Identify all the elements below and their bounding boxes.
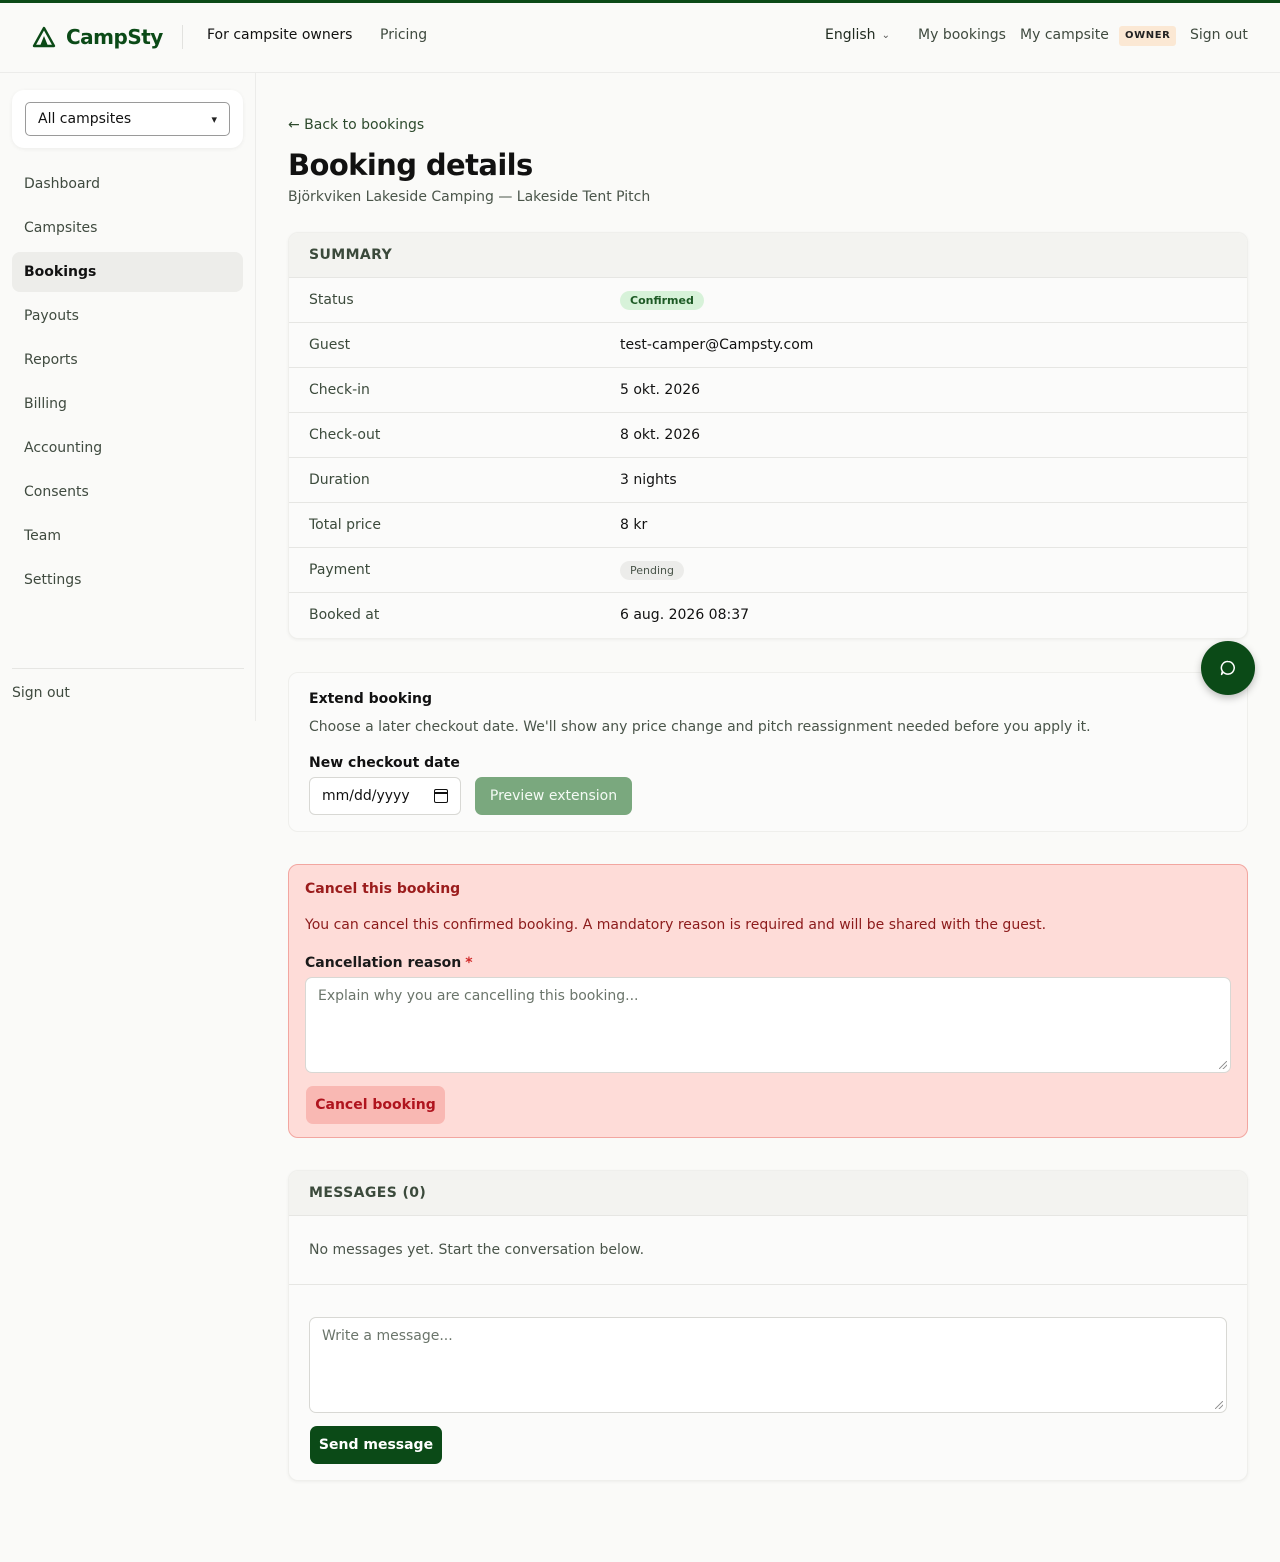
cancel-description: You can cancel this confirmed booking. A… [305,917,1047,933]
chat-button[interactable] [1201,641,1255,695]
payment-status-badge: Pending [620,561,684,580]
preview-extension-button[interactable]: Preview extension [475,777,632,815]
sidebar-item-label: Bookings [24,264,97,280]
page-subtitle: Björkviken Lakeside Camping — Lakeside T… [288,189,651,205]
cancel-title: Cancel this booking [305,881,461,897]
resize-handle-icon[interactable] [1219,1061,1227,1069]
summary-row-duration: Duration 3 nights [289,458,1247,503]
cancellation-reason-label-text: Cancellation reason [305,955,462,971]
language-label: English [825,27,876,43]
sidebar-item-label: Payouts [24,308,79,324]
campsite-select-card: All campsites ▾ [12,90,243,148]
chevron-down-icon: ▾ [211,112,217,126]
row-label: Guest [309,337,351,353]
sidebar-item-team[interactable]: Team [12,516,243,556]
row-label: Duration [309,472,370,488]
sidebar-sign-out-link[interactable]: Sign out [12,685,70,701]
summary-row-booked-at: Booked at 6 aug. 2026 08:37 [289,593,1247,638]
row-label: Payment [309,562,371,578]
sidebar-item-payouts[interactable]: Payouts [12,296,243,336]
top-header: CampSty For campsite owners Pricing Engl… [0,3,1280,73]
tent-icon [32,26,56,48]
page-title: Booking details [288,148,533,182]
chevron-down-icon: ⌄ [881,29,890,41]
role-badge: OWNER [1119,26,1177,46]
cancellation-reason-label: Cancellation reason * [305,955,473,971]
total-price-value: 8 kr [620,517,648,533]
checkout-date: 8 okt. 2026 [620,427,701,443]
date-placeholder: mm/dd/yyyy [322,788,410,804]
cancel-booking-button[interactable]: Cancel booking [306,1086,445,1124]
extend-title: Extend booking [309,691,432,707]
row-label: Total price [309,517,381,533]
nav-for-owners-link[interactable]: For campsite owners [207,27,352,43]
sidebar-item-label: Reports [24,352,78,368]
messages-card: MESSAGES (0) No messages yet. Start the … [288,1170,1248,1481]
textarea-placeholder: Write a message... [322,1328,453,1344]
summary-row-checkin: Check-in 5 okt. 2026 [289,368,1247,413]
row-label: Status [309,292,354,308]
campsite-select-value: All campsites [38,111,132,127]
summary-card: SUMMARY Status Confirmed Guest test-camp… [288,232,1248,639]
message-input[interactable]: Write a message... [309,1317,1227,1413]
summary-row-guest: Guest test-camper@Campsty.com [289,323,1247,368]
messages-empty-state: No messages yet. Start the conversation … [289,1216,1247,1285]
sidebar-item-accounting[interactable]: Accounting [12,428,243,468]
sidebar-item-label: Settings [24,572,82,588]
duration-value: 3 nights [620,472,677,488]
header-divider [182,25,183,49]
brand-logo[interactable]: CampSty [32,25,163,49]
required-marker: * [465,955,473,971]
nav-my-bookings-link[interactable]: My bookings [918,27,1006,43]
sidebar-item-label: Campsites [24,220,98,236]
summary-heading: SUMMARY [289,233,1247,278]
row-label: Booked at [309,607,380,623]
sidebar-item-campsites[interactable]: Campsites [12,208,243,248]
checkin-date: 5 okt. 2026 [620,382,701,398]
sidebar-item-label: Accounting [24,440,103,456]
textarea-placeholder: Explain why you are cancelling this book… [318,988,639,1004]
language-selector[interactable]: English ⌄ [825,27,890,43]
sidebar-item-bookings[interactable]: Bookings [12,252,243,292]
cancellation-reason-textarea[interactable]: Explain why you are cancelling this book… [305,977,1231,1073]
row-label: Check-in [309,382,370,398]
summary-row-total-price: Total price 8 kr [289,503,1247,548]
new-checkout-label: New checkout date [309,755,460,771]
sidebar-item-settings[interactable]: Settings [12,560,243,600]
sidebar-item-reports[interactable]: Reports [12,340,243,380]
extend-description: Choose a later checkout date. We'll show… [309,719,1091,735]
nav-pricing-link[interactable]: Pricing [380,27,427,43]
row-label: Check-out [309,427,381,443]
sidebar-item-billing[interactable]: Billing [12,384,243,424]
new-checkout-date-input[interactable]: mm/dd/yyyy [309,777,461,815]
calendar-icon[interactable] [434,789,448,803]
back-to-bookings-link[interactable]: ← Back to bookings [288,117,424,133]
campsite-select[interactable]: All campsites ▾ [25,102,230,136]
sidebar-item-consents[interactable]: Consents [12,472,243,512]
sidebar-divider [12,668,244,669]
sidebar-item-label: Billing [24,396,67,412]
sidebar-item-label: Team [24,528,62,544]
summary-row-payment: Payment Pending [289,548,1247,593]
header-sign-out-link[interactable]: Sign out [1190,27,1248,43]
extend-booking-card: Extend booking Choose a later checkout d… [288,672,1248,832]
resize-handle-icon[interactable] [1215,1401,1223,1409]
messages-heading: MESSAGES (0) [289,1171,1247,1216]
booked-at-value: 6 aug. 2026 08:37 [620,607,750,623]
summary-row-checkout: Check-out 8 okt. 2026 [289,413,1247,458]
sidebar-item-label: Dashboard [24,176,100,192]
cancel-booking-card: Cancel this booking You can cancel this … [288,864,1248,1138]
chat-bubble-icon [1220,660,1235,676]
brand-name: CampSty [66,25,163,49]
sidebar-item-label: Consents [24,484,89,500]
guest-email: test-camper@Campsty.com [620,337,814,353]
nav-my-campsite-link[interactable]: My campsite [1020,27,1109,43]
sidebar: All campsites ▾ Dashboard Campsites Book… [0,73,256,721]
status-badge: Confirmed [620,291,704,310]
sidebar-item-dashboard[interactable]: Dashboard [12,164,243,204]
summary-row-status: Status Confirmed [289,278,1247,323]
send-message-button[interactable]: Send message [310,1426,442,1464]
